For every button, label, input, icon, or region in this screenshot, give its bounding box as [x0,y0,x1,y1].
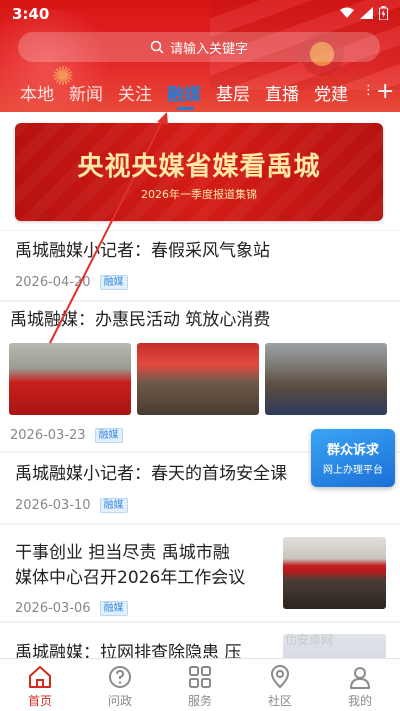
banner-subtitle: 2026年一季度报道集锦 [141,188,257,201]
active-tab-indicator [177,107,194,110]
person-icon [350,667,370,689]
news-title: 禹城融媒：拉网排查除隐患 压 [15,643,242,658]
news-date: 2026-03-06 [15,601,91,616]
tab-news[interactable]: 新闻 [69,80,103,105]
tab-grassroots[interactable]: 基层 [216,80,250,105]
list-item[interactable]: 禹城融媒：拉网排查除隐患 压 [0,623,400,658]
nav-label: 服务 [187,694,212,708]
nav-label: 社区 [267,694,292,708]
list-item[interactable]: 禹城融媒小记者：春假采风气象站 2026-04-20 融媒 [0,231,400,300]
nav-mine[interactable]: 我的 [320,661,400,709]
grid-icon [189,666,211,688]
news-title: 媒体中心召开2026年工作会议 [15,568,246,588]
news-title: 禹城融媒：办惠民活动 筑放心消费 [10,310,271,330]
nav-service[interactable]: 服务 [160,661,240,709]
status-bar: 3:40 [0,0,400,28]
news-tag: 融媒 [99,601,128,616]
nav-label: 我的 [347,694,372,708]
nav-label: 首页 [27,694,52,708]
app-header: ✺ 3:40 请输入关键字 本地 新闻 关注 融媒 基层 直播 党建 ⋮ + [0,0,400,112]
badge-line1: 群众诉求 [326,443,379,458]
tab-follow[interactable]: 关注 [118,80,152,105]
watermark: 仂安卓网 [285,633,334,647]
nav-home[interactable]: 首页 [0,661,80,709]
news-date: 2026-03-10 [15,498,91,513]
news-date: 2026-03-23 [10,428,86,443]
tab-rongmei[interactable]: 融媒 [167,80,201,105]
news-thumbnail [283,537,386,609]
news-meta: 2026-04-20 融媒 [15,275,128,290]
status-time: 3:40 [12,5,50,23]
status-icons [340,6,388,20]
tab-local[interactable]: 本地 [20,80,54,105]
home-icon [29,666,51,688]
news-photo-2 [137,343,259,415]
badge-line2: 网上办理平台 [323,465,383,476]
tab-scroll-dots-icon: ⋮ [362,83,375,98]
news-title: 禹城融媒小记者：春天的首场安全课 [15,464,287,484]
nav-label: 问政 [107,694,132,708]
add-channel-icon[interactable]: + [376,79,394,104]
news-photo-1 [9,343,131,415]
news-feed: 央视央媒省媒看禹城 2026年一季度报道集锦 禹城融媒小记者：春假采风气象站 2… [0,112,400,658]
tab-live[interactable]: 直播 [265,80,299,105]
news-meta: 2026-03-06 融媒 [15,601,128,616]
tab-party[interactable]: 党建 [314,80,348,105]
petition-platform-button[interactable]: 群众诉求 网上办理平台 [311,429,395,487]
news-tag: 融媒 [99,275,128,290]
nav-wenzheng[interactable]: 问政 [80,661,160,709]
news-meta: 2026-03-10 融媒 [15,498,128,513]
bottom-nav: 首页 问政 服务 社区 我的 [0,658,400,711]
news-photo-3 [265,343,387,415]
news-tag: 融媒 [99,498,128,513]
question-icon [109,666,131,688]
battery-icon [379,6,388,20]
list-item[interactable]: 干事创业 担当尽责 禹城市融 媒体中心召开2026年工作会议 2026-03-0… [0,525,400,621]
news-date: 2026-04-20 [15,275,91,290]
news-title: 禹城融媒小记者：春假采风气象站 [15,241,270,261]
channel-tabs: 本地 新闻 关注 融媒 基层 直播 党建 [0,76,400,110]
banner-card: 央视央媒省媒看禹城 2026年一季度报道集锦 [0,112,400,230]
search-placeholder: 请输入关键字 [169,41,248,57]
news-meta: 2026-03-23 融媒 [10,428,123,443]
signal-icon [360,7,373,19]
news-tag: 融媒 [94,428,123,443]
wifi-icon [340,7,354,18]
search-input[interactable]: 请输入关键字 [18,32,380,62]
promo-banner[interactable]: 央视央媒省媒看禹城 2026年一季度报道集锦 [15,123,383,221]
location-icon [270,665,290,689]
nav-community[interactable]: 社区 [240,661,320,709]
search-icon [150,40,164,54]
banner-title: 央视央媒省媒看禹城 [77,152,321,182]
